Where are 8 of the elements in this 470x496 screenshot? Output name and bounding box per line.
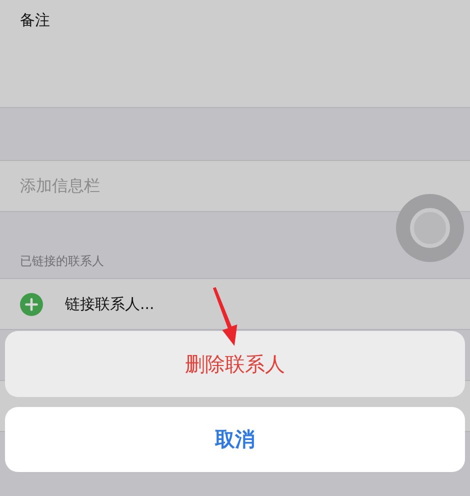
add-field-row[interactable]: 添加信息栏 [0,161,470,212]
section-header: 已链接的联系人 [20,253,104,270]
add-icon[interactable] [20,292,43,316]
notes-label: 备注 [20,11,50,29]
cancel-button[interactable]: 取消 [5,407,465,472]
link-contact-item[interactable]: 链接联系人... [65,294,154,314]
notes-field[interactable]: 备注 [0,0,470,108]
annotation-arrow [212,286,240,348]
